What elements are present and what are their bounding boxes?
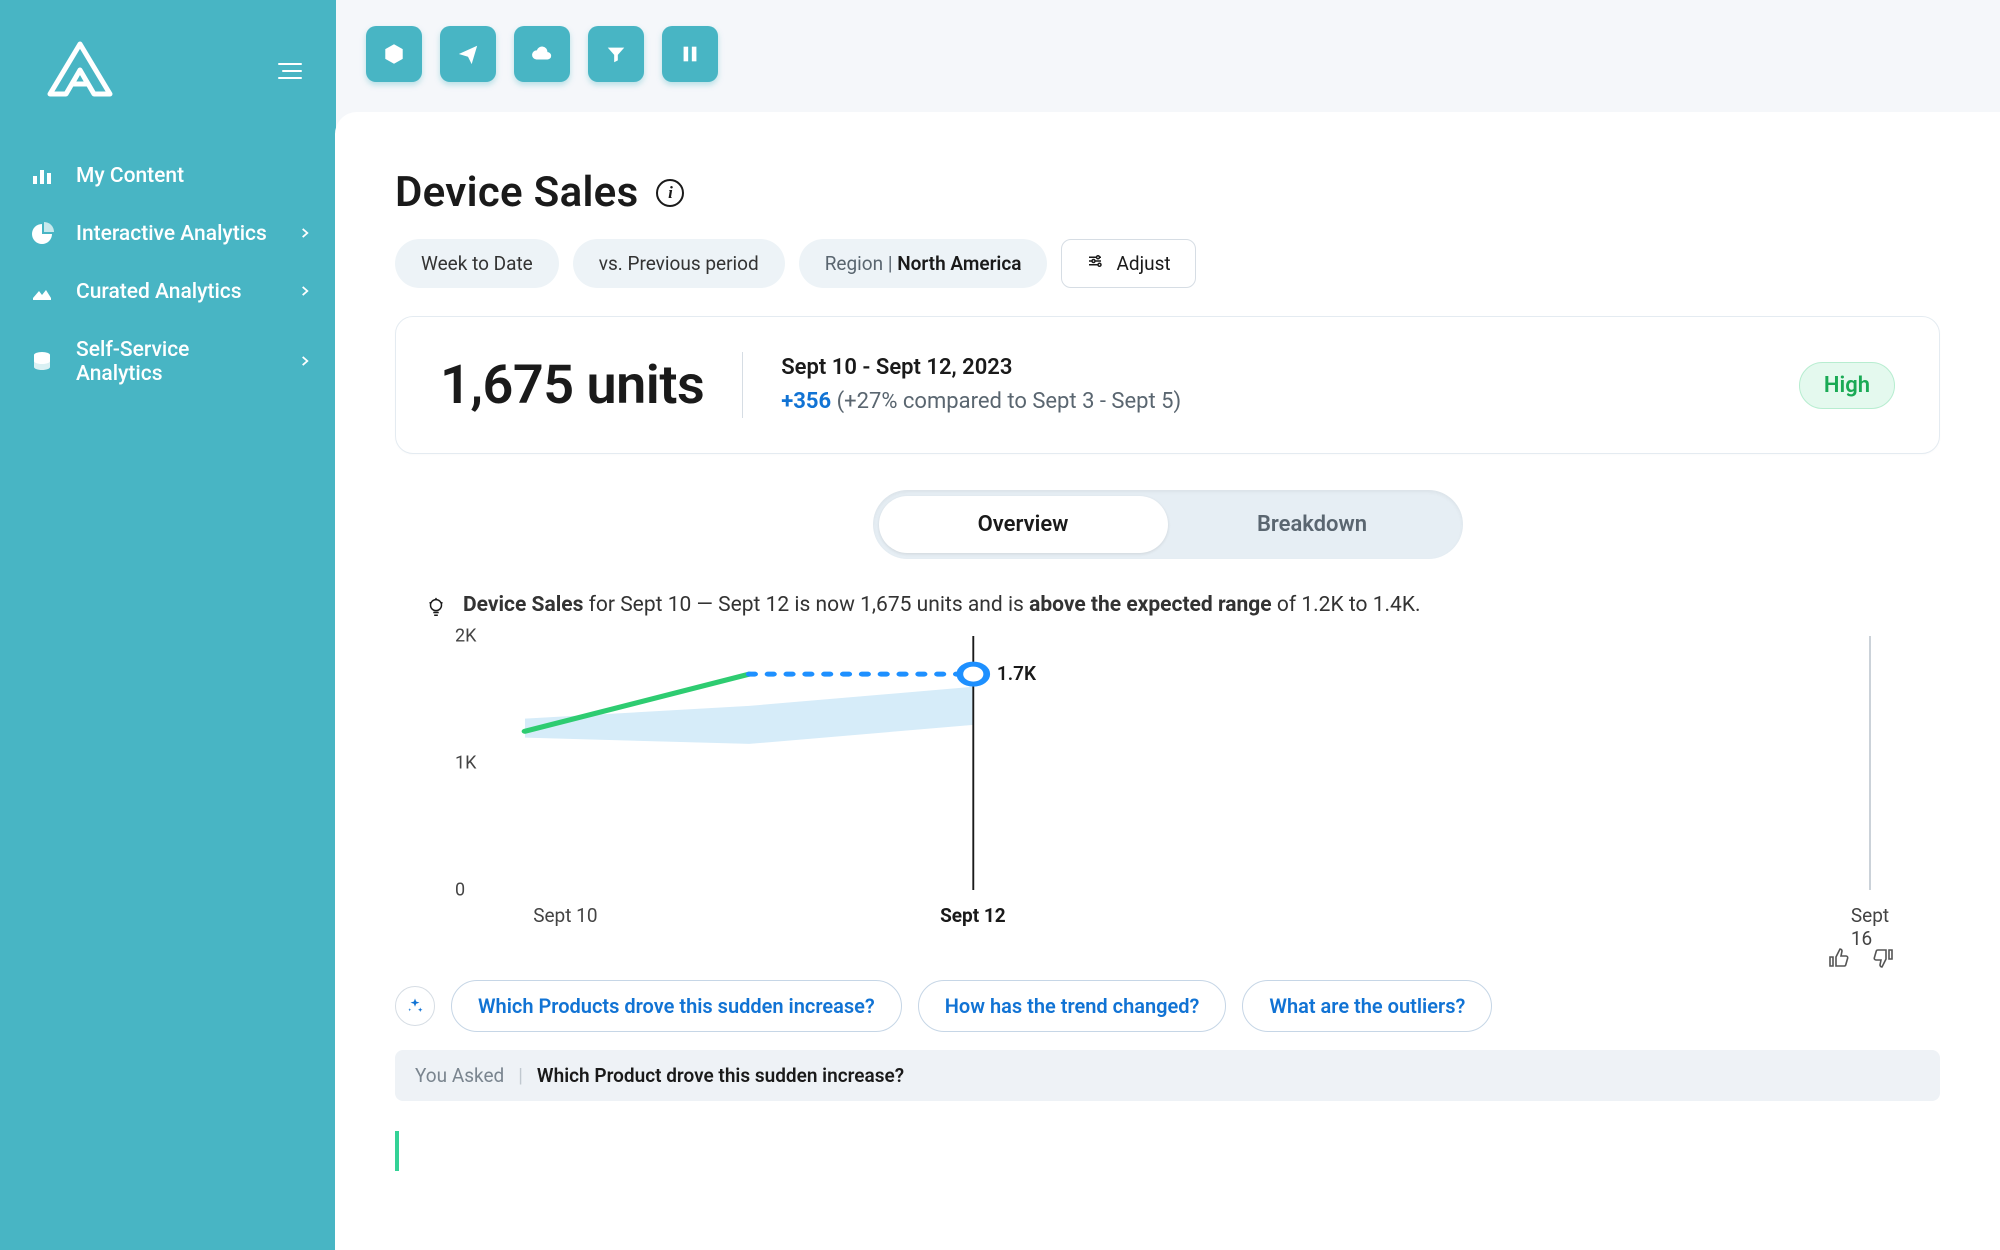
y-tick: 0 xyxy=(455,880,465,901)
tab-switch: Overview Breakdown xyxy=(873,490,1463,559)
insight-summary: Device Sales for Sept 10 — Sept 12 is no… xyxy=(425,593,1910,618)
toolbar xyxy=(336,0,2000,112)
x-tick: Sept 16 xyxy=(1851,904,1889,950)
database-icon xyxy=(30,350,54,374)
you-asked-bar: You Asked | Which Product drove this sud… xyxy=(395,1050,1940,1101)
x-tick: Sept 10 xyxy=(533,904,597,927)
toolbar-columns-button[interactable] xyxy=(662,26,718,82)
info-icon[interactable]: i xyxy=(656,179,684,207)
insight-text: Device Sales for Sept 10 — Sept 12 is no… xyxy=(463,593,1421,617)
chip-label: Week to Date xyxy=(421,252,533,275)
filter-chips: Week to Date vs. Previous period Region … xyxy=(395,239,1940,288)
main: Device Sales i Week to Date vs. Previous… xyxy=(336,0,2000,1250)
y-tick: 2K xyxy=(455,626,476,647)
page-title-row: Device Sales i xyxy=(395,168,1940,217)
chevron-right-icon xyxy=(298,222,312,246)
chip-label: vs. Previous period xyxy=(599,252,759,275)
ai-sparkle-button[interactable] xyxy=(395,986,435,1026)
chip-date-scope[interactable]: Week to Date xyxy=(395,239,559,288)
pie-chart-icon xyxy=(30,222,54,246)
tab-breakdown[interactable]: Breakdown xyxy=(1168,496,1457,553)
chip-region[interactable]: Region | North America xyxy=(799,239,1048,288)
content: Device Sales i Week to Date vs. Previous… xyxy=(335,112,2000,1250)
chip-compare[interactable]: vs. Previous period xyxy=(573,239,785,288)
suggestion-chip[interactable]: What are the outliers? xyxy=(1242,980,1492,1032)
kpi-delta: +356 xyxy=(781,389,831,414)
suggestion-chip[interactable]: Which Products drove this sudden increas… xyxy=(451,980,902,1032)
chevron-right-icon xyxy=(298,350,312,374)
page-title: Device Sales xyxy=(395,168,638,217)
thumbs-up-button[interactable] xyxy=(1826,946,1850,970)
toolbar-cloud-button[interactable] xyxy=(514,26,570,82)
kpi-detail: Sept 10 - Sept 12, 2023 +356 (+27% compa… xyxy=(781,351,1181,419)
suggestion-row: Which Products drove this sudden increas… xyxy=(395,980,1940,1032)
sidebar-item-curated-analytics[interactable]: Curated Analytics xyxy=(30,280,312,304)
x-tick: Sept 12 xyxy=(940,904,1006,927)
chevron-right-icon xyxy=(298,280,312,304)
answer-indent xyxy=(395,1131,1940,1171)
sliders-icon xyxy=(1086,252,1104,275)
status-badge: High xyxy=(1799,362,1895,409)
sidebar: My Content Interactive Analytics Curated… xyxy=(0,0,336,1250)
sidebar-header xyxy=(24,38,312,104)
sidebar-item-self-service-analytics[interactable]: Self-Service Analytics xyxy=(30,338,312,386)
toolbar-send-button[interactable] xyxy=(440,26,496,82)
logo xyxy=(44,38,116,104)
feedback-row xyxy=(395,946,1940,980)
lightbulb-icon xyxy=(425,596,447,618)
divider xyxy=(742,352,743,418)
toolbar-filter-button[interactable] xyxy=(588,26,644,82)
kpi-date-range: Sept 10 - Sept 12, 2023 xyxy=(781,351,1181,385)
kpi-delta-sub: (+27% compared to Sept 3 - Sept 5) xyxy=(837,389,1182,414)
sidebar-item-interactive-analytics[interactable]: Interactive Analytics xyxy=(30,222,312,246)
chart-annotation: 1.7K xyxy=(997,662,1036,685)
tab-overview[interactable]: Overview xyxy=(879,496,1168,553)
kpi-value: 1,675 units xyxy=(440,354,704,417)
suggestion-chip[interactable]: How has the trend changed? xyxy=(918,980,1227,1032)
chart-svg xyxy=(525,636,1870,890)
toolbar-cube-button[interactable] xyxy=(366,26,422,82)
you-asked-label: You Asked xyxy=(415,1064,504,1087)
sidebar-item-my-content[interactable]: My Content xyxy=(30,164,312,188)
area-chart-icon xyxy=(30,280,54,304)
nav-label: Interactive Analytics xyxy=(76,222,267,246)
bar-chart-icon xyxy=(30,164,54,188)
chart-plot xyxy=(525,636,1870,890)
x-axis: Sept 10 Sept 12 Sept 16 xyxy=(525,904,1870,928)
chart: 2K 1K 0 Sept 10 Sept 12 Sept 16 1.7K xyxy=(425,636,1910,946)
nav: My Content Interactive Analytics Curated… xyxy=(24,164,312,386)
kpi-card: 1,675 units Sept 10 - Sept 12, 2023 +356… xyxy=(395,316,1940,454)
nav-label: Curated Analytics xyxy=(76,280,242,304)
adjust-label: Adjust xyxy=(1116,252,1170,275)
series-end-marker xyxy=(960,664,987,684)
nav-label: My Content xyxy=(76,164,184,188)
chip-prefix: Region xyxy=(825,252,883,275)
adjust-button[interactable]: Adjust xyxy=(1061,239,1195,288)
menu-toggle-icon[interactable] xyxy=(278,63,302,79)
chip-value: North America xyxy=(897,252,1021,275)
nav-label: Self-Service Analytics xyxy=(76,338,276,386)
you-asked-question: Which Product drove this sudden increase… xyxy=(537,1064,904,1087)
y-tick: 1K xyxy=(455,753,476,774)
